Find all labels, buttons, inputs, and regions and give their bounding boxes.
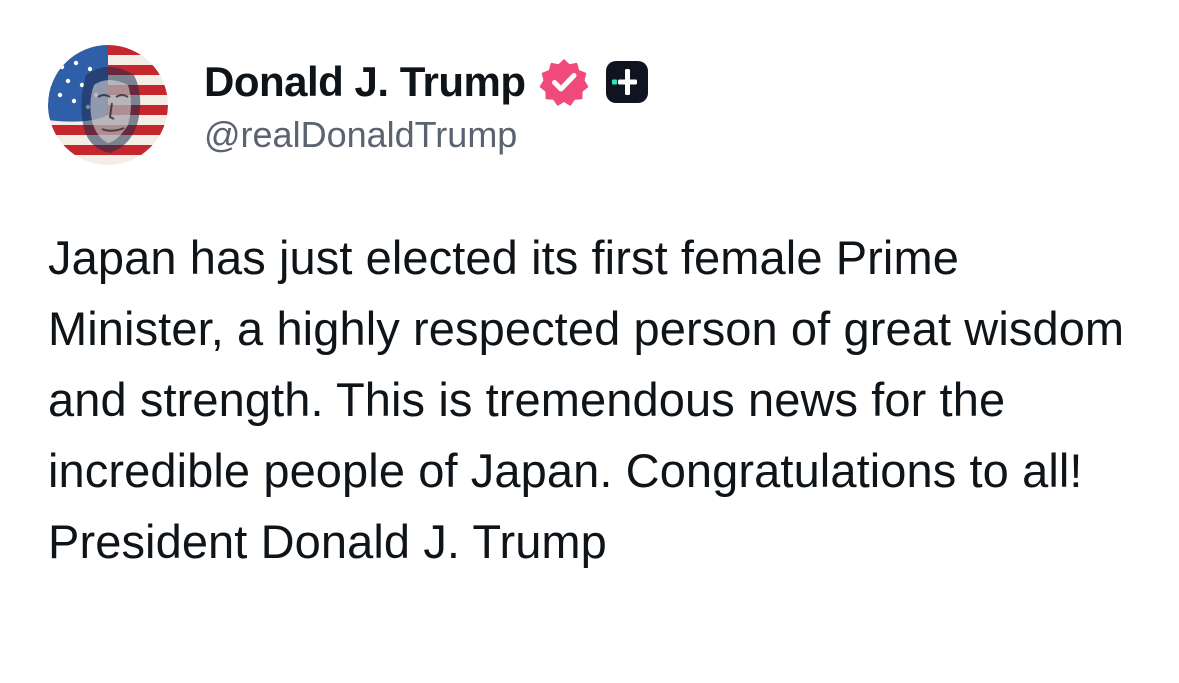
author-handle[interactable]: @realDonaldTrump — [204, 114, 650, 156]
verified-badge-icon — [538, 56, 590, 108]
name-row: Donald J. Trump — [204, 52, 650, 112]
avatar[interactable] — [48, 45, 168, 165]
avatar-image — [48, 45, 168, 165]
post-card: Donald J. Trump @realDonaldTrump Japan h… — [0, 0, 1179, 683]
display-name[interactable]: Donald J. Trump — [204, 58, 526, 106]
plus-badge-icon — [604, 59, 650, 105]
post-body-text: Japan has just elected its first female … — [48, 231, 1125, 568]
post-header: Donald J. Trump @realDonaldTrump — [204, 52, 650, 156]
